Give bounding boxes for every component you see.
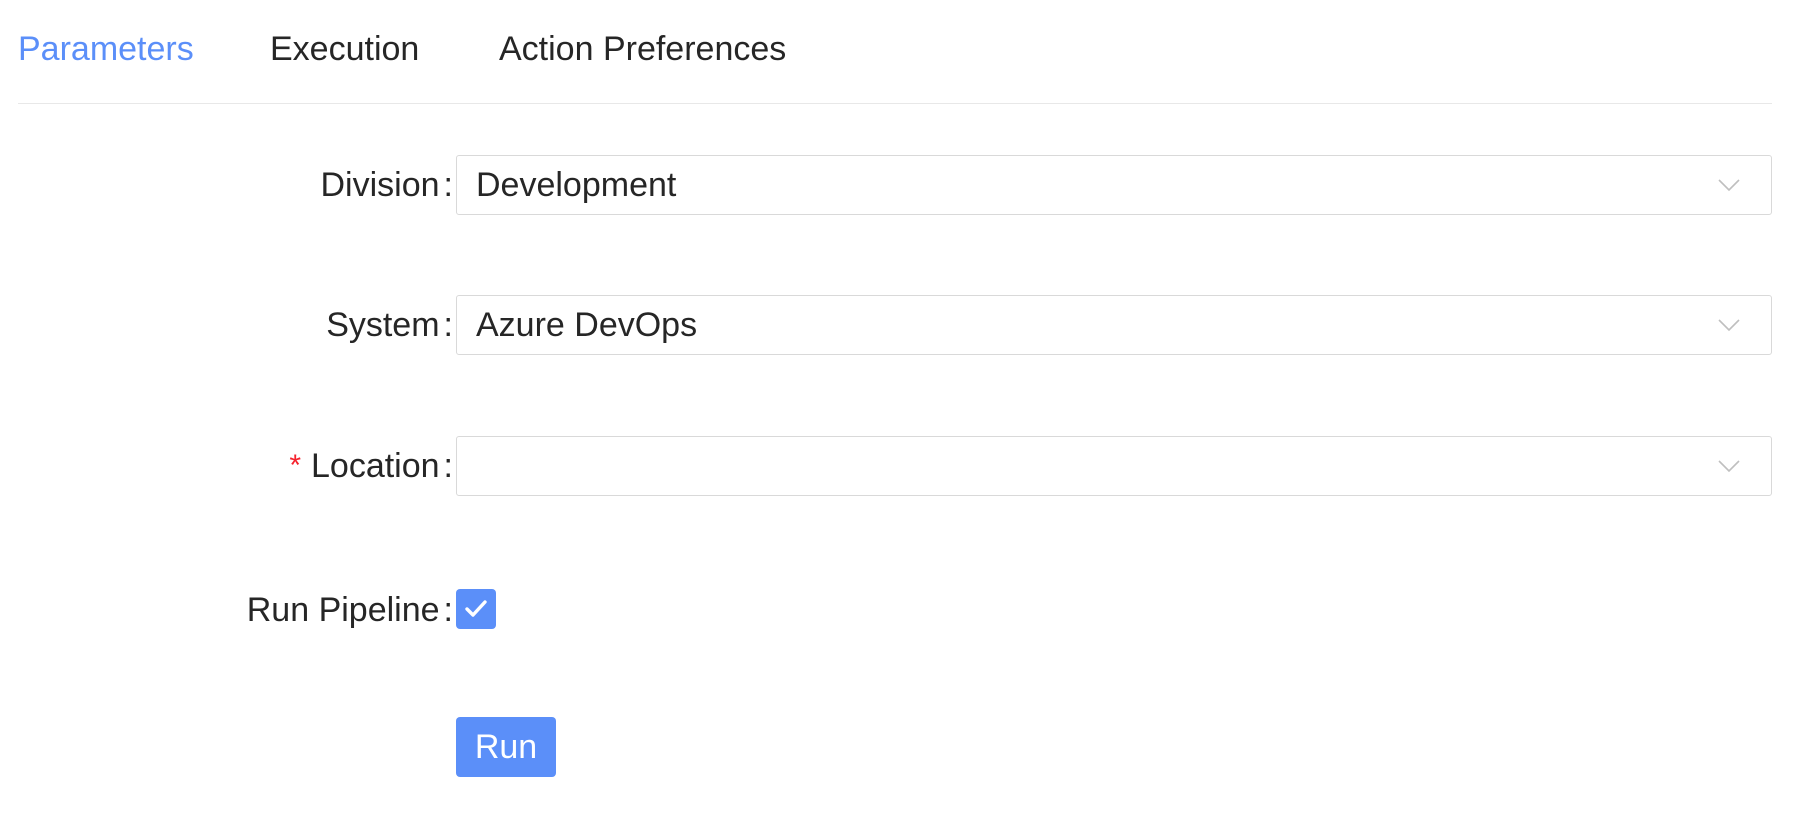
- system-label: System:: [326, 295, 453, 355]
- tab-action-preferences[interactable]: Action Preferences: [499, 26, 786, 72]
- division-select[interactable]: Development: [456, 155, 1772, 215]
- label-colon: :: [443, 305, 453, 344]
- system-select-value: Azure DevOps: [476, 306, 698, 344]
- division-form-item: Division: Development: [0, 155, 1795, 215]
- location-select[interactable]: [456, 436, 1772, 496]
- run-button[interactable]: Run: [456, 717, 556, 777]
- system-label-text: System: [326, 305, 440, 344]
- run-pipeline-checkbox[interactable]: [456, 589, 496, 629]
- division-select-value: Development: [476, 166, 677, 204]
- location-form-item: * Location:: [0, 436, 1795, 496]
- tab-parameters[interactable]: Parameters: [18, 26, 194, 72]
- run-pipeline-label-text: Run Pipeline: [246, 590, 440, 629]
- required-mark: *: [289, 449, 301, 482]
- chevron-down-icon: [1718, 460, 1740, 473]
- label-colon: :: [443, 446, 453, 485]
- checkmark-icon: [465, 600, 487, 617]
- tab-bar: Parameters Execution Action Preferences: [18, 0, 1772, 104]
- run-pipeline-label: Run Pipeline:: [246, 580, 453, 640]
- location-label: * Location:: [289, 436, 453, 496]
- tab-execution[interactable]: Execution: [270, 26, 419, 72]
- run-pipeline-form-item: Run Pipeline:: [0, 580, 1795, 640]
- system-form-item: System: Azure DevOps: [0, 295, 1795, 355]
- division-label-text: Division: [320, 165, 440, 204]
- system-select[interactable]: Azure DevOps: [456, 295, 1772, 355]
- label-colon: :: [443, 165, 453, 204]
- division-label: Division:: [320, 155, 454, 215]
- chevron-down-icon: [1718, 179, 1740, 192]
- location-label-text: Location: [311, 446, 440, 485]
- chevron-down-icon: [1718, 319, 1740, 332]
- label-colon: :: [443, 590, 453, 629]
